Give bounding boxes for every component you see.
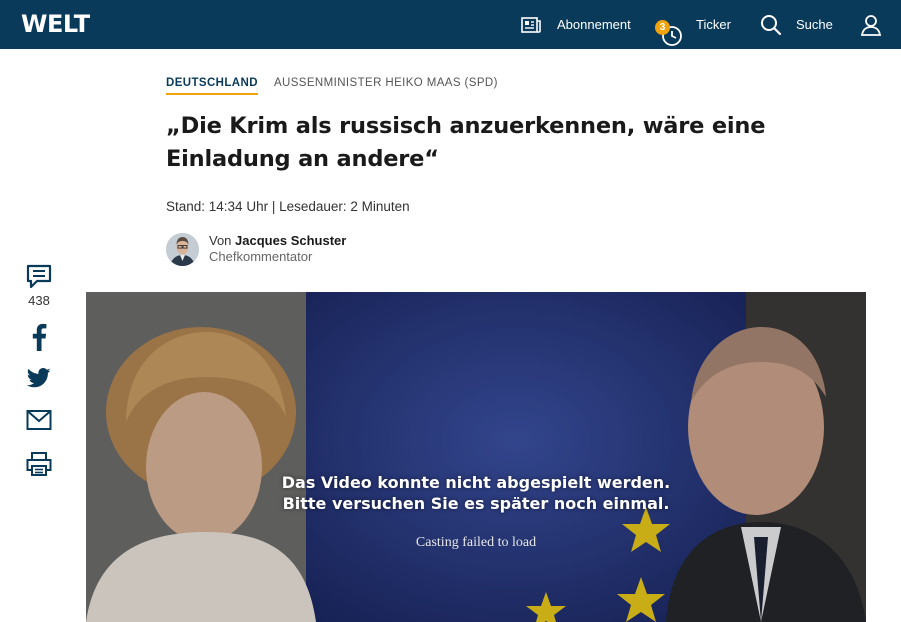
video-poster-image <box>86 292 866 622</box>
comment-icon <box>25 263 53 296</box>
author-avatar[interactable] <box>166 233 199 266</box>
welt-logo[interactable]: WELT <box>21 10 90 38</box>
envelope-icon <box>26 409 52 436</box>
article-topic: AUSSENMINISTER HEIKO MAAS (SPD) <box>273 77 498 89</box>
section-link[interactable]: DEUTSCHLAND <box>166 77 258 95</box>
comments-button[interactable] <box>22 263 56 296</box>
twitter-icon <box>26 367 51 394</box>
article-headline: „Die Krim als russisch anzuerkennen, wär… <box>166 110 766 176</box>
author-box: Von Jacques Schuster Chefkommentator <box>166 233 346 266</box>
comments-count: 438 <box>28 293 50 308</box>
video-status-text: Casting failed to load <box>415 535 537 550</box>
article-dateline: Stand: 14:34 Uhr | Lesedauer: 2 Minuten <box>166 199 410 214</box>
author-text: Von Jacques Schuster Chefkommentator <box>209 233 346 265</box>
print-button[interactable] <box>22 451 56 482</box>
search-label: Suche <box>796 17 833 32</box>
top-navigation-bar: WELT Abonnement 3 Ticker Suche <box>0 0 901 49</box>
search-icon <box>760 14 782 36</box>
video-error-line-2: Bitte versuchen Sie es später noch einma… <box>282 494 670 513</box>
ticker-label: Ticker <box>696 17 731 32</box>
user-icon <box>860 14 882 36</box>
video-error-message: Das Video konnte nicht abgespielt werden… <box>86 472 866 514</box>
author-role: Chefkommentator <box>209 249 313 264</box>
video-error-line-1: Das Video konnte nicht abgespielt werden… <box>281 473 671 492</box>
email-share-button[interactable] <box>22 409 56 436</box>
search-button[interactable]: Suche <box>760 0 833 49</box>
abonnement-button[interactable]: Abonnement <box>521 0 631 49</box>
headline-line-1: „Die Krim als russisch anzuerkennen, wär… <box>166 113 766 139</box>
ticker-badge: 3 <box>655 19 670 35</box>
facebook-share-button[interactable] <box>22 323 56 356</box>
author-name[interactable]: Jacques Schuster <box>235 233 346 248</box>
twitter-share-button[interactable] <box>22 367 56 394</box>
article-kicker: DEUTSCHLAND AUSSENMINISTER HEIKO MAAS (S… <box>166 77 498 95</box>
video-player[interactable]: Das Video konnte nicht abgespielt werden… <box>86 292 866 622</box>
headline-line-2: Einladung an andere“ <box>166 146 439 172</box>
abonnement-label: Abonnement <box>557 17 631 32</box>
ticker-button[interactable]: 3 Ticker <box>655 0 731 49</box>
facebook-icon <box>31 323 47 356</box>
printer-icon <box>26 451 52 482</box>
newspaper-icon <box>521 16 541 33</box>
author-prefix: Von <box>209 233 232 248</box>
clock-icon: 3 <box>655 12 684 46</box>
user-account-button[interactable] <box>860 0 882 49</box>
